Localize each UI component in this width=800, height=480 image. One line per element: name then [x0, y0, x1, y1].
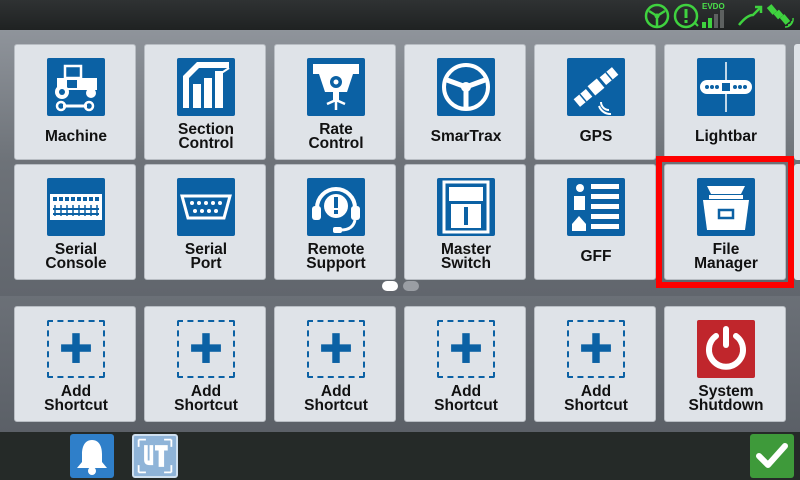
- app-tile-section-control[interactable]: Section Control: [144, 44, 266, 160]
- app-tile-remote-support[interactable]: Remote Support: [274, 164, 396, 280]
- satellite-icon: [567, 58, 625, 116]
- app-label: Serial Port: [184, 240, 228, 272]
- notifications-button[interactable]: [70, 434, 114, 478]
- app-tile-lightbar[interactable]: Lightbar: [664, 44, 786, 160]
- headset-icon: [307, 178, 365, 236]
- confirm-button[interactable]: [750, 434, 794, 478]
- tractor-icon: [47, 58, 105, 116]
- plus-icon: [567, 320, 625, 378]
- app-label: Rate Control: [308, 120, 364, 152]
- list-icon: [567, 178, 625, 236]
- shortcut-label: Add Shortcut: [564, 382, 628, 414]
- steering-wheel-icon[interactable]: [644, 3, 670, 29]
- app-tile-serial-port[interactable]: Serial Port: [144, 164, 266, 280]
- page-indicator[interactable]: [382, 281, 419, 291]
- status-bar: EVDO: [0, 0, 800, 30]
- serial-port-icon: [177, 178, 235, 236]
- page-dot[interactable]: [403, 281, 419, 291]
- system-shutdown-button[interactable]: System Shutdown: [664, 306, 786, 422]
- section-control-icon: [177, 58, 235, 116]
- shortcut-label: Add Shortcut: [174, 382, 238, 414]
- universal-terminal-button[interactable]: [132, 434, 178, 478]
- add-shortcut-button[interactable]: Add Shortcut: [404, 306, 526, 422]
- gps-satellite-icon[interactable]: [766, 3, 794, 29]
- app-label: Section Control: [178, 120, 234, 152]
- next-page-tile-peek: [794, 164, 800, 280]
- app-label: SmarTrax: [430, 127, 502, 145]
- app-label: Remote Support: [306, 240, 366, 272]
- add-shortcut-button[interactable]: Add Shortcut: [274, 306, 396, 422]
- shortcut-label: System Shutdown: [688, 382, 764, 414]
- file-box-icon: [697, 178, 755, 236]
- power-icon: [697, 320, 755, 378]
- app-label: GPS: [579, 127, 613, 145]
- alert-icon[interactable]: [673, 3, 699, 29]
- app-label: GFF: [580, 247, 612, 265]
- ut-icon: [137, 438, 173, 474]
- shortcut-label: Add Shortcut: [434, 382, 498, 414]
- app-tile-gff[interactable]: GFF: [534, 164, 656, 280]
- app-label: Lightbar: [695, 127, 757, 145]
- signal-bars-icon: [702, 10, 724, 28]
- app-tile-smartrax[interactable]: SmarTrax: [404, 44, 526, 160]
- shortcut-label: Add Shortcut: [44, 382, 108, 414]
- rate-control-icon: [307, 58, 365, 116]
- plus-icon: [47, 320, 105, 378]
- page-dot-active[interactable]: [382, 281, 398, 291]
- app-label: Master Switch: [441, 240, 491, 272]
- checkmark-icon: [756, 443, 788, 468]
- app-tile-machine[interactable]: Machine: [14, 44, 136, 160]
- plus-icon: [177, 320, 235, 378]
- add-shortcut-button[interactable]: Add Shortcut: [14, 306, 136, 422]
- app-label: Machine: [44, 127, 107, 145]
- app-label: Serial Console: [45, 240, 107, 272]
- bottom-bar: [0, 432, 800, 480]
- bell-icon: [77, 440, 107, 475]
- plus-icon: [437, 320, 495, 378]
- steering-wheel-icon: [437, 58, 495, 116]
- app-tile-master-switch[interactable]: Master Switch: [404, 164, 526, 280]
- add-shortcut-button[interactable]: Add Shortcut: [534, 306, 656, 422]
- lightbar-icon: [697, 58, 755, 116]
- app-tile-gps[interactable]: GPS: [534, 44, 656, 160]
- shortcut-label: Add Shortcut: [304, 382, 368, 414]
- app-tile-file-manager[interactable]: File Manager: [664, 164, 786, 280]
- app-label: File Manager: [694, 240, 758, 272]
- app-tile-rate-control[interactable]: Rate Control: [274, 44, 396, 160]
- add-shortcut-button[interactable]: Add Shortcut: [144, 306, 266, 422]
- network-status[interactable]: EVDO: [702, 2, 734, 29]
- console-icon: [47, 178, 105, 236]
- signal-trend-icon[interactable]: [737, 3, 763, 29]
- status-icons: EVDO: [644, 2, 794, 29]
- app-tile-serial-console[interactable]: Serial Console: [14, 164, 136, 280]
- plus-icon: [307, 320, 365, 378]
- next-page-tile-peek: [794, 44, 800, 160]
- switch-icon: [437, 178, 495, 236]
